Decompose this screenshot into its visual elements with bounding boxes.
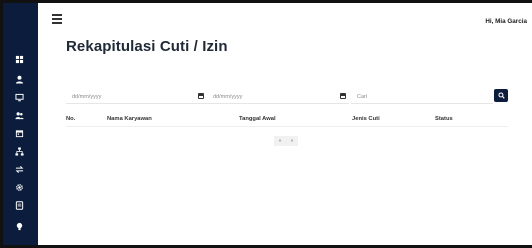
sidebar-item-employees[interactable] [0,107,38,123]
column-header-no: No. [66,116,76,122]
sidebar-item-dashboard[interactable] [0,51,38,67]
search-icon [497,92,505,99]
sidebar-item-report[interactable] [0,197,38,213]
bulb-icon [16,222,22,230]
search-input[interactable] [351,94,493,100]
sidebar-item-leave[interactable] [0,125,38,141]
search-field[interactable] [351,91,493,104]
search-button[interactable] [494,89,508,102]
menu-toggle-icon[interactable] [52,14,62,24]
sidebar [0,0,38,248]
table-header-divider [66,126,508,127]
gear-icon [15,183,23,191]
grid-icon [15,55,23,63]
window-top-border [0,0,532,3]
exchange-icon [15,165,23,173]
column-header-employee-name: Nama Karyawan [107,116,152,122]
app-window: Hi, Mia Garcia Rekapitulasi Cuti / Izin … [0,0,532,248]
pagination-next-button[interactable]: » [286,136,298,146]
start-date-input[interactable] [66,94,208,100]
start-date-field[interactable] [66,91,208,104]
page-title: Rekapitulasi Cuti / Izin [66,38,228,55]
sidebar-item-monitor[interactable] [0,89,38,105]
user-greeting[interactable]: Hi, Mia Garcia [485,18,527,25]
sidebar-item-tips[interactable] [0,218,38,234]
column-header-start-date: Tanggal Awal [239,116,276,122]
calendar-icon[interactable] [198,93,204,99]
monitor-icon [14,93,24,101]
sidebar-item-structure[interactable] [0,143,38,159]
users-icon [14,111,24,119]
pagination: « » [274,136,298,146]
calendar-icon[interactable] [340,93,346,99]
column-header-leave-type: Jenis Cuti [352,116,380,122]
sidebar-item-profile[interactable] [0,71,38,87]
user-icon [15,75,23,84]
sidebar-item-settings[interactable] [0,179,38,195]
report-icon [15,200,23,210]
calendar-icon [15,129,23,137]
window-left-border [0,0,3,248]
sitemap-icon [14,146,24,156]
end-date-field[interactable] [207,91,349,104]
end-date-input[interactable] [207,94,349,100]
sidebar-item-transfer[interactable] [0,161,38,177]
column-header-status: Status [435,116,453,122]
pagination-prev-button[interactable]: « [274,136,286,146]
